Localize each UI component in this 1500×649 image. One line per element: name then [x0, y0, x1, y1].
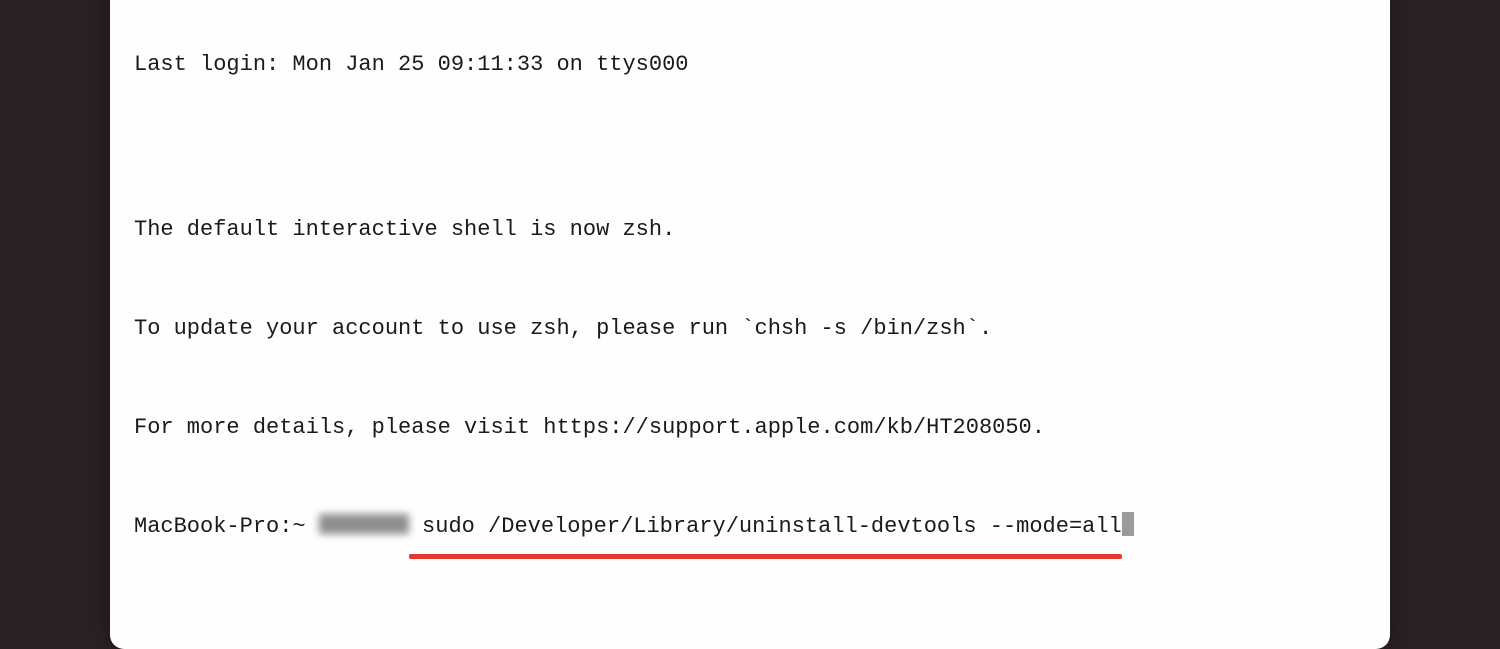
shell-notice-2: To update your account to use zsh, pleas…: [134, 312, 1366, 345]
shell-notice-1: The default interactive shell is now zsh…: [134, 213, 1366, 246]
cursor: [1122, 512, 1134, 536]
command-text: sudo /Developer/Library/uninstall-devtoo…: [409, 514, 1122, 539]
terminal-body[interactable]: Last login: Mon Jan 25 09:11:33 on ttys0…: [110, 0, 1390, 649]
prompt-line: MacBook-Pro:~ sudo /Developer/Library/un…: [134, 510, 1366, 543]
terminal-window: — -bash — 80×24 Last login: Mon Jan 25 0…: [110, 0, 1390, 649]
last-login-line: Last login: Mon Jan 25 09:11:33 on ttys0…: [134, 48, 1366, 81]
shell-notice-3: For more details, please visit https://s…: [134, 411, 1366, 444]
command-wrap: sudo /Developer/Library/uninstall-devtoo…: [409, 514, 1122, 539]
redacted-user-inline: [319, 514, 409, 534]
prompt-prefix: MacBook-Pro:~: [134, 514, 319, 539]
